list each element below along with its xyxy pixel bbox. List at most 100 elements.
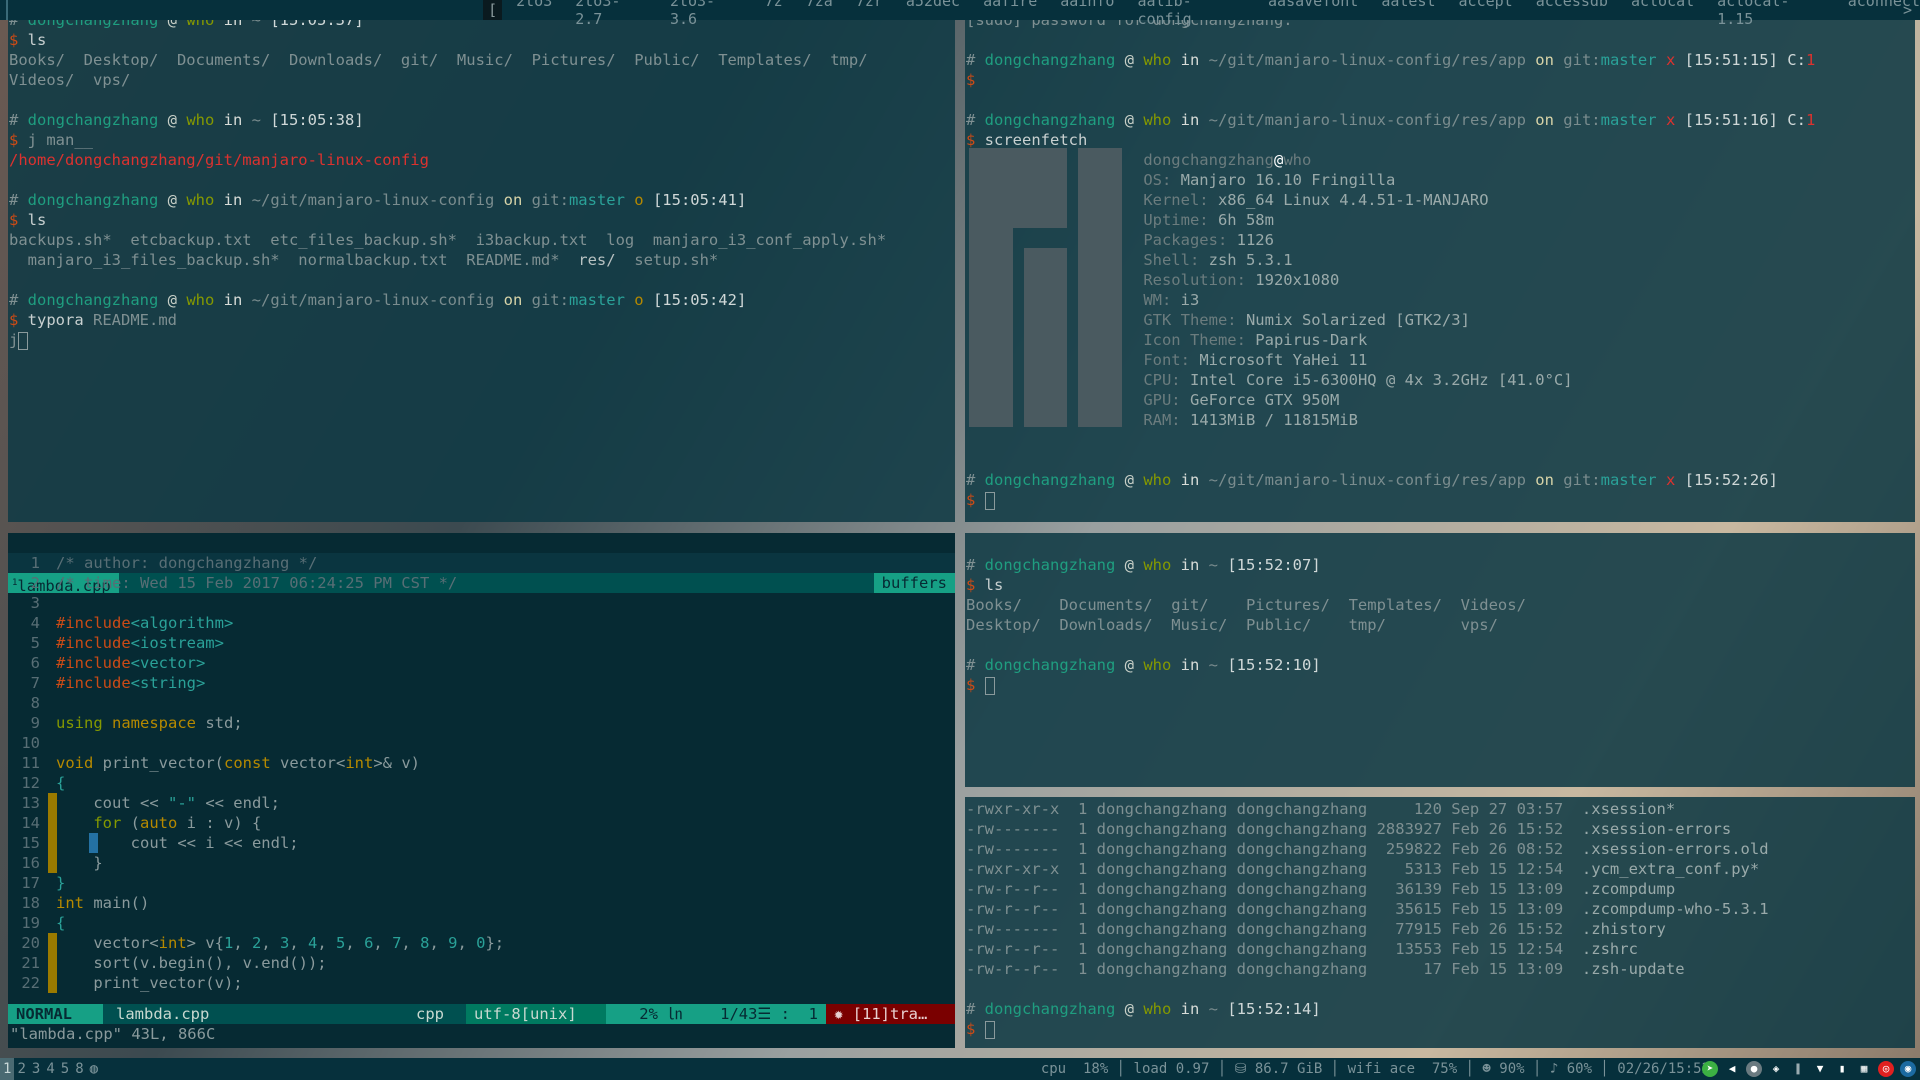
dmenu-item[interactable]: 7z (765, 0, 783, 28)
dmenu-item[interactable]: aclocal-1.15 (1717, 0, 1825, 28)
code-line[interactable]: 5 #include<iostream> (8, 633, 955, 653)
code-line[interactable]: 9 using namespace std; (8, 713, 955, 733)
workspace-5[interactable]: 5 (58, 1058, 72, 1080)
telegram-icon[interactable]: ➤ (1702, 1061, 1718, 1077)
code-line[interactable]: 20 vector<int> v{1, 2, 3, 4, 5, 6, 7, 8,… (8, 933, 955, 953)
terminal-text: [15:05:42] (652, 291, 747, 309)
vim-editor[interactable]: 1lambda.cpp buffers 1/* author: dongchan… (8, 533, 955, 1048)
terminal-text: $ (966, 676, 985, 694)
dmenu-item[interactable]: accessdb (1536, 0, 1608, 28)
dmenu-item[interactable]: 2to3-3.6 (670, 0, 742, 28)
code-line[interactable]: 19 { (8, 913, 955, 933)
code-token: ( (130, 814, 140, 832)
workspace-3[interactable]: 3 (29, 1058, 43, 1080)
terminal-output: -rwxr-xr-x 1 dongchangzhang dongchangzha… (965, 799, 1915, 1039)
network-icon[interactable]: ● (1746, 1061, 1762, 1077)
dmenu-item[interactable]: aalib-config (1137, 0, 1245, 28)
terminal-text: ~ (251, 20, 271, 29)
code-line[interactable]: 7 #include<string> (8, 673, 955, 693)
dmenu-more-indicator[interactable]: > (1903, 0, 1912, 20)
code-line[interactable]: 16 } (8, 853, 955, 873)
code-line[interactable]: 18 int main() (8, 893, 955, 913)
dmenu-item[interactable]: aainfo (1060, 0, 1114, 28)
line-number: 19 (21, 914, 40, 932)
terminal-text: -rw-r--r-- 1 dongchangzhang dongchangzha… (966, 900, 1582, 918)
vim-code-area[interactable]: 1 /* author: dongchangzhang */ 2 /* time: W… (8, 553, 955, 993)
terminal-right-middle[interactable]: # dongchangzhang @ who in ~ [15:52:07] $ … (965, 533, 1915, 787)
code-line[interactable]: 4 #include<algorithm> (8, 613, 955, 633)
netease-music-icon[interactable]: ◎ (1878, 1061, 1894, 1077)
dmenu-item[interactable]: 7za (806, 0, 833, 28)
terminal-text: who (1143, 556, 1172, 574)
dmenu-item[interactable]: aclocal (1631, 0, 1694, 28)
code-line[interactable]: 21 sort(v.begin(), v.end()); (8, 953, 955, 973)
dmenu-item[interactable]: aatest (1381, 0, 1435, 28)
terminal-line: Videos/ vps/ (8, 70, 955, 90)
dmenu-prompt[interactable]: [ (483, 0, 503, 20)
code-line[interactable]: 12 { (8, 773, 955, 793)
vim-cmdline[interactable]: "lambda.cpp" 43L, 866C (8, 1024, 215, 1044)
dmenu-item[interactable]: 2to3 (516, 0, 552, 28)
terminal-text: GPU: (1143, 391, 1190, 409)
code-line[interactable]: 6 #include<vector> (8, 653, 955, 673)
terminal-text: [15:52:10] (1227, 656, 1321, 674)
terminal-text: @ (158, 191, 187, 209)
terminal-text: $ (9, 211, 28, 229)
terminal-line: # dongchangzhang @ who in ~/git/manjaro-… (8, 190, 955, 210)
dmenu-item[interactable]: 7zr (856, 0, 883, 28)
battery-icon[interactable]: ▮ (1834, 1061, 1850, 1077)
code-line[interactable]: 10 (8, 733, 955, 753)
code-line[interactable]: 22 print_vector(v); (8, 973, 955, 993)
terminal-text: [15:05:41] (652, 191, 747, 209)
code-token: for (93, 814, 131, 832)
code-token: , (345, 934, 365, 952)
steam-icon[interactable]: ◉ (1900, 1061, 1916, 1077)
terminal-text: # (966, 656, 985, 674)
line-number: 2 (30, 574, 40, 592)
vim-position: 2% ㏑ 1/43☰ : 1 (606, 1004, 826, 1024)
terminal-line: $ (965, 1019, 1915, 1039)
dmenu-item[interactable]: a52dec (906, 0, 960, 28)
code-line[interactable]: 11 void print_vector(const vector<int>& v… (8, 753, 955, 773)
code-line[interactable]: 13 cout << "-" << endl; (8, 793, 955, 813)
terminal-text: Manjaro 16.10 Fringilla (1180, 171, 1396, 189)
terminal-text: GeForce GTX 950M (1189, 391, 1340, 409)
terminal-right-top[interactable]: [sudo] password for dongchangzhang: # don… (965, 20, 1915, 522)
terminal-text: in (1171, 656, 1209, 674)
code-line[interactable]: 3 (8, 593, 955, 613)
terminal-left-top[interactable]: # dongchangzhang @ who in ~ [15:05:37] $ … (8, 20, 955, 522)
vim-warning[interactable]: ✹ [11]tra… (826, 1004, 955, 1024)
terminal-text: [15:05:37] (270, 20, 364, 29)
code-line[interactable]: 17} (8, 873, 955, 893)
code-line[interactable]: 14 for (auto i : v) { (8, 813, 955, 833)
dmenu-item[interactable]: accept (1459, 0, 1513, 28)
dmenu-item[interactable]: aafire (983, 0, 1037, 28)
dmenu-item[interactable]: aasavefont (1268, 0, 1358, 28)
workspace-1[interactable]: 1 (0, 1058, 15, 1080)
terminal-text: ~ (1208, 656, 1228, 674)
paperclip-icon[interactable]: ∥ (1790, 1061, 1806, 1077)
wifi-icon[interactable]: ▼ (1812, 1061, 1828, 1077)
volume-icon[interactable]: ◀ (1724, 1061, 1740, 1077)
terminal-right-bottom[interactable]: -rwxr-xr-x 1 dongchangzhang dongchangzha… (965, 797, 1915, 1048)
vim-mode: NORMAL (8, 1004, 103, 1024)
terminal-text: dongchangzhang (27, 191, 159, 209)
shield-icon[interactable]: ◈ (1768, 1061, 1784, 1077)
code-line[interactable]: 1 /* author: dongchangzhang */ (8, 553, 955, 573)
workspace-4[interactable]: 4 (43, 1058, 57, 1080)
dmenu-item[interactable]: 2to3-2.7 (575, 0, 647, 28)
code-line[interactable]: 2 /* time: Wed 15 Feb 2017 06:24:25 PM CS… (8, 573, 955, 593)
code-line[interactable]: 8 (8, 693, 955, 713)
workspace-2[interactable]: 2 (14, 1058, 28, 1080)
terminal-text: # (966, 556, 985, 574)
terminal-text: dongchangzhang (984, 656, 1116, 674)
terminal-text: ls (27, 31, 47, 49)
calendar-icon[interactable]: ▦ (1856, 1061, 1872, 1077)
workspace-8[interactable]: 8 (72, 1058, 86, 1080)
code-line[interactable]: 15 cout << i << endl; (8, 833, 955, 853)
terminal-text: .zcompdump-who-5.3.1 (1581, 900, 1769, 918)
terminal-text: .xsession* (1581, 800, 1676, 818)
